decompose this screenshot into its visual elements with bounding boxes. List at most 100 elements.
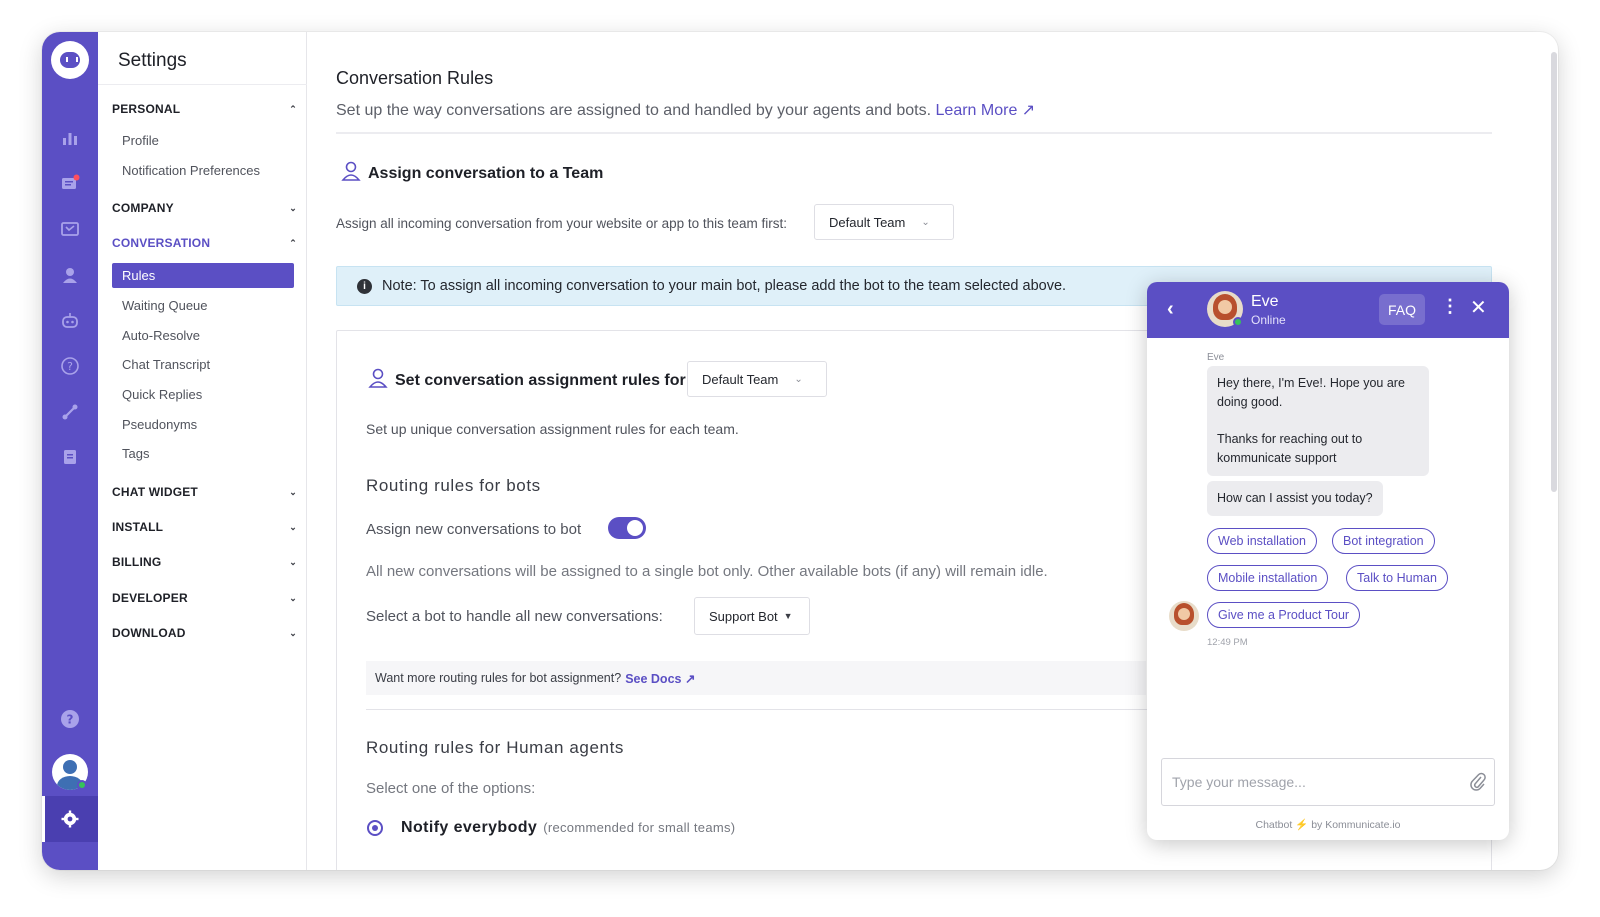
icon-rail: ? ? <box>42 32 98 870</box>
nav-item-notification-preferences[interactable]: Notification Preferences <box>112 158 294 183</box>
reports-icon[interactable] <box>58 217 82 241</box>
info-note-text: Note: To assign all incoming conversatio… <box>382 278 1067 294</box>
see-docs-label: See Docs <box>625 671 682 686</box>
paperclip-icon[interactable] <box>1469 772 1487 792</box>
nav-item-quick-replies[interactable]: Quick Replies <box>112 382 294 407</box>
svg-text:?: ? <box>67 713 74 727</box>
agent-status: Online <box>1251 313 1286 327</box>
nav-title: Settings <box>118 50 187 71</box>
message-input[interactable]: Type your message... <box>1161 758 1495 806</box>
nav-section-company[interactable]: COMPANY ⌄ <box>112 201 297 215</box>
nav-item-profile[interactable]: Profile <box>112 128 294 153</box>
title-divider <box>336 132 1492 134</box>
rules-heading: Set conversation assignment rules for <box>367 367 686 394</box>
quick-reply-mobile-installation[interactable]: Mobile installation <box>1207 565 1329 591</box>
message-timestamp: 12:49 PM <box>1207 637 1248 648</box>
nav-section-download[interactable]: DOWNLOAD ⌄ <box>112 626 297 640</box>
select-bot-value: Support Bot <box>709 608 778 624</box>
nav-section-label: CONVERSATION <box>112 236 211 250</box>
assign-team-label: Assign all incoming conversation from yo… <box>336 216 787 231</box>
message-text: Hey there, I'm Eve!. Hope you are doing … <box>1217 376 1405 409</box>
notify-everybody-radio[interactable] <box>367 820 383 836</box>
dashboard-icon[interactable] <box>58 126 82 150</box>
learn-more-label: Learn More <box>935 102 1018 119</box>
chevron-down-icon: ⌄ <box>289 486 297 497</box>
message-text: Thanks for reaching out to kommunicate s… <box>1217 432 1363 465</box>
conversations-icon[interactable] <box>58 172 82 196</box>
rules-team-select[interactable]: Default Team ⌄ <box>687 361 827 397</box>
nav-item-pseudonyms[interactable]: Pseudonyms <box>112 412 294 437</box>
assign-team-select-value: Default Team <box>829 214 906 230</box>
assign-team-heading: Assign conversation to a Team <box>340 160 603 187</box>
help-circle-icon[interactable]: ? <box>58 354 82 378</box>
bot-icon[interactable] <box>58 309 82 333</box>
notify-everybody-label: Notify everybody <box>401 819 538 836</box>
powered-by-suffix: by Kommunicate.io <box>1311 819 1401 831</box>
nav-section-personal[interactable]: PERSONAL ⌃ <box>112 102 297 116</box>
nav-item-tags[interactable]: Tags <box>112 441 294 466</box>
select-bot-label: Select a bot to handle all new conversat… <box>366 608 663 625</box>
message-input-placeholder: Type your message... <box>1172 774 1306 790</box>
settings-nav: Settings PERSONAL ⌃ Profile Notification … <box>98 32 307 870</box>
nav-section-label: DOWNLOAD <box>112 626 186 640</box>
nav-item-waiting-queue[interactable]: Waiting Queue <box>112 293 294 318</box>
chevron-down-icon: ⌄ <box>921 216 930 228</box>
faq-button[interactable]: FAQ <box>1379 294 1425 325</box>
nav-divider <box>98 84 307 85</box>
close-icon[interactable]: ✕ <box>1470 295 1487 320</box>
nav-section-conversation[interactable]: CONVERSATION ⌃ <box>112 236 297 250</box>
learn-more-link[interactable]: Learn More ↗ <box>936 102 1036 119</box>
nav-section-label: PERSONAL <box>112 102 181 116</box>
person-icon <box>340 160 362 187</box>
help-icon[interactable]: ? <box>58 707 82 731</box>
bots-routing-title: Routing rules for bots <box>366 476 541 495</box>
gear-icon[interactable] <box>58 807 82 831</box>
select-bot-dropdown[interactable]: Support Bot ▼ <box>694 597 810 635</box>
page-scrollbar[interactable] <box>1551 52 1557 492</box>
person-icon <box>367 367 389 394</box>
back-arrow-icon[interactable]: ‹ <box>1167 298 1174 321</box>
assign-team-select[interactable]: Default Team ⌄ <box>814 204 954 240</box>
chevron-down-icon: ⌄ <box>289 521 297 532</box>
external-link-icon: ↗ <box>684 671 696 686</box>
quick-reply-web-installation[interactable]: Web installation <box>1207 528 1318 554</box>
billing-icon[interactable] <box>58 445 82 469</box>
nav-item-chat-transcript[interactable]: Chat Transcript <box>112 352 294 377</box>
nav-section-label: COMPANY <box>112 201 174 215</box>
chevron-down-icon: ⌄ <box>289 592 297 603</box>
notify-everybody-hint: (recommended for small teams) <box>543 820 736 835</box>
chevron-up-icon: ⌃ <box>289 103 297 114</box>
more-vertical-icon[interactable]: ⋮ <box>1441 296 1459 317</box>
quick-reply-product-tour[interactable]: Give me a Product Tour <box>1207 602 1361 628</box>
nav-section-label: CHAT WIDGET <box>112 485 198 499</box>
nav-section-install[interactable]: INSTALL ⌄ <box>112 520 297 534</box>
agent-message-avatar <box>1169 601 1199 631</box>
quick-reply-bot-integration[interactable]: Bot integration <box>1332 528 1435 554</box>
nav-item-rules[interactable]: Rules <box>112 263 294 288</box>
integrations-icon[interactable] <box>58 400 82 424</box>
quick-reply-talk-to-human[interactable]: Talk to Human <box>1346 565 1448 591</box>
users-icon[interactable] <box>58 263 82 287</box>
lightning-icon: ⚡ <box>1295 819 1309 831</box>
chevron-down-icon: ⌄ <box>794 373 803 385</box>
chevron-down-icon: ⌄ <box>289 627 297 638</box>
see-docs-link[interactable]: See Docs ↗ <box>625 671 695 686</box>
nav-section-label: DEVELOPER <box>112 591 188 605</box>
chevron-down-icon: ⌄ <box>289 556 297 567</box>
chevron-down-icon: ⌄ <box>289 202 297 213</box>
nav-section-developer[interactable]: DEVELOPER ⌄ <box>112 591 297 605</box>
assign-team-heading-text: Assign conversation to a Team <box>368 164 604 182</box>
powered-by-prefix: Chatbot <box>1255 819 1293 831</box>
assign-bot-toggle[interactable] <box>608 517 646 539</box>
svg-text:?: ? <box>67 360 73 373</box>
nav-section-billing[interactable]: BILLING ⌄ <box>112 555 297 569</box>
message-bubble: How can I assist you today? <box>1207 481 1383 516</box>
notify-everybody-option[interactable]: Notify everybody (recommended for small … <box>401 819 735 837</box>
agent-name: Eve <box>1251 293 1279 310</box>
nav-item-auto-resolve[interactable]: Auto-Resolve <box>112 323 294 348</box>
nav-section-chat-widget[interactable]: CHAT WIDGET ⌄ <box>112 485 297 499</box>
app-logo[interactable] <box>51 41 89 79</box>
message-bubble: Hey there, I'm Eve!. Hope you are doing … <box>1207 366 1429 476</box>
rules-description: Set up unique conversation assignment ru… <box>366 421 739 437</box>
